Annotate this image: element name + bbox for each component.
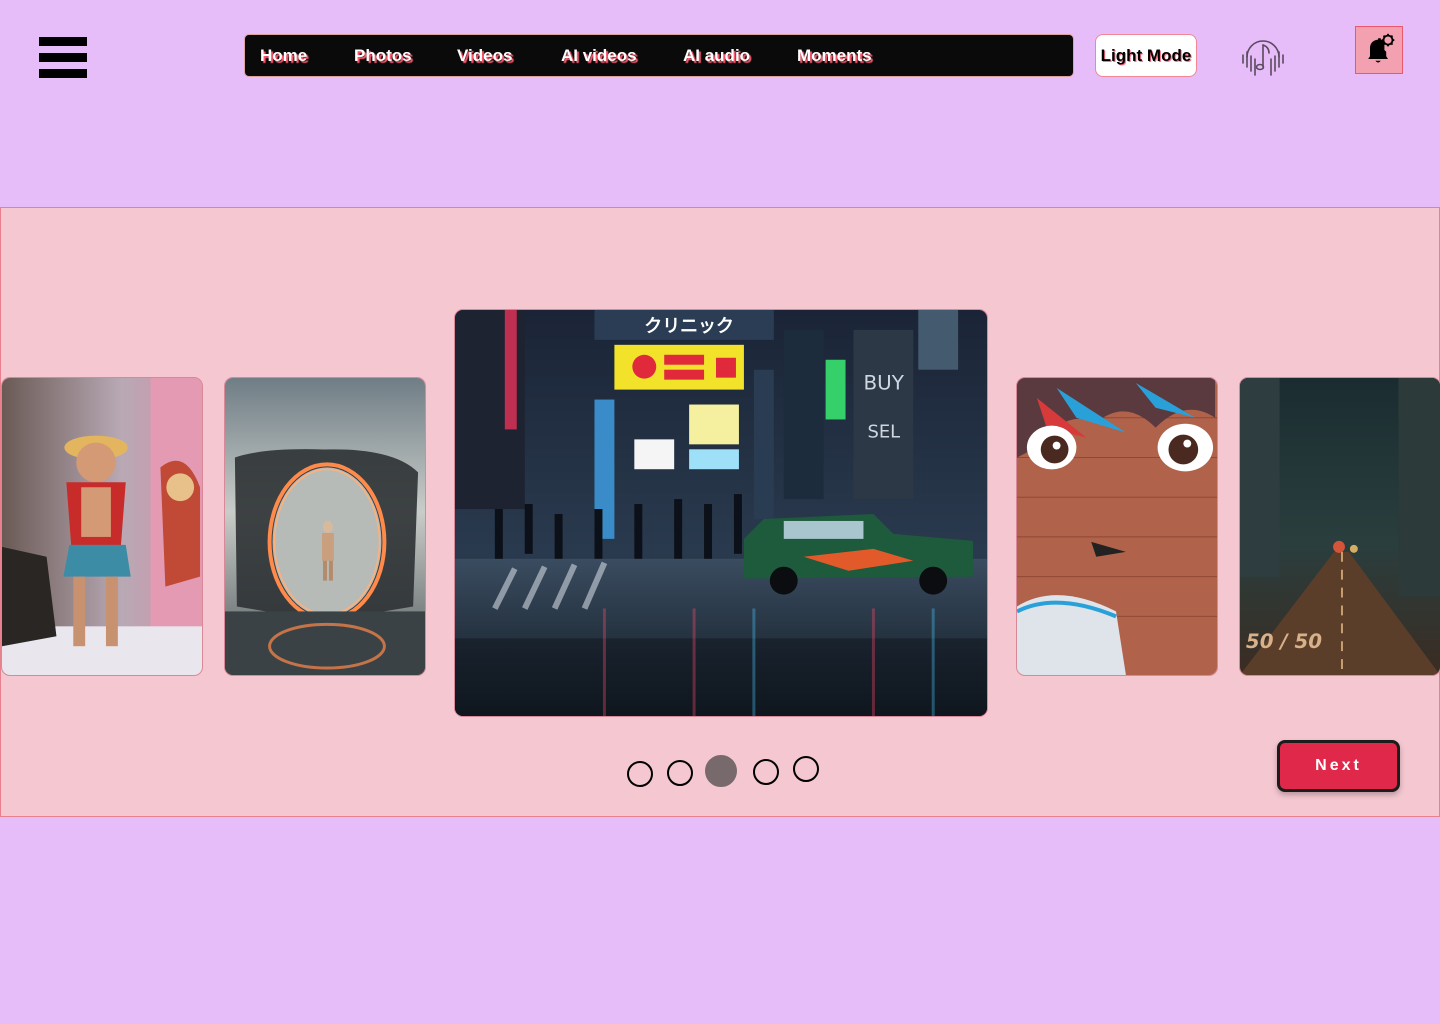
bell-settings-icon[interactable] [1355, 26, 1403, 74]
menu-bar [39, 37, 87, 46]
music-note-icon[interactable] [1239, 31, 1287, 79]
nav-home[interactable]: Home [260, 46, 307, 66]
night-road-photo[interactable]: 50 / 50 [1239, 377, 1440, 676]
page: Home Photos Videos AI videos AI audio Mo… [0, 0, 1440, 1024]
main-nav: Home Photos Videos AI videos AI audio Mo… [244, 34, 1074, 77]
svg-text:クリニック: クリニック [644, 316, 734, 337]
nav-ai-audio[interactable]: AI audio [683, 46, 750, 66]
svg-text:50 / 50: 50 / 50 [1246, 630, 1322, 653]
carousel-dot-3-active[interactable] [705, 755, 737, 787]
anime-figures-photo[interactable] [1, 377, 203, 676]
svg-text:BUY: BUY [863, 372, 904, 395]
carousel-dot-5[interactable] [793, 756, 819, 782]
carousel-dot-4[interactable] [753, 759, 779, 785]
nav-moments[interactable]: Moments [797, 46, 872, 66]
light-mode-button[interactable]: Light Mode [1095, 34, 1197, 77]
next-button[interactable]: Next [1277, 740, 1400, 792]
image-carousel: クリニック BUY SEL 50 / 50 Next [0, 207, 1440, 817]
menu-bar [39, 53, 87, 62]
nav-photos[interactable]: Photos [354, 46, 412, 66]
carousel-dot-2[interactable] [667, 760, 693, 786]
menu-bar [39, 69, 87, 78]
hamburger-menu-icon[interactable] [39, 37, 87, 78]
nav-ai-videos[interactable]: AI videos [561, 46, 637, 66]
nav-videos[interactable]: Videos [457, 46, 512, 66]
carousel-dot-1[interactable] [627, 761, 653, 787]
portal-ring-photo[interactable] [224, 377, 426, 676]
tokyo-night-street-photo[interactable]: クリニック BUY SEL [454, 309, 988, 717]
anime-mural-photo[interactable] [1016, 377, 1218, 676]
svg-text:SEL: SEL [867, 421, 900, 442]
